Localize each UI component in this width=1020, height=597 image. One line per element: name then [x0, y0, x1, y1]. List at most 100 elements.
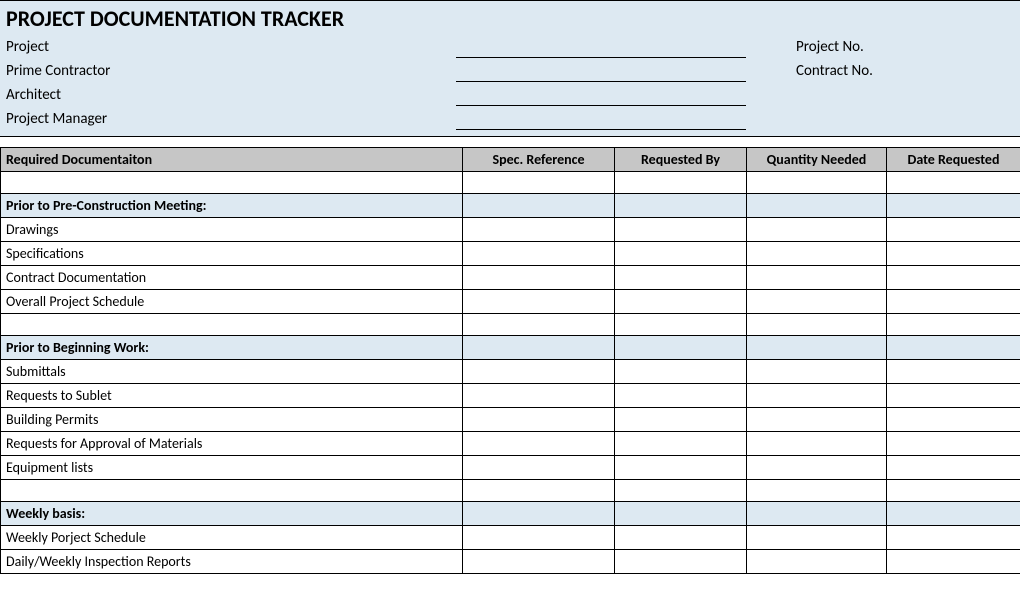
table-cell[interactable]	[463, 172, 615, 194]
table-cell[interactable]	[463, 218, 615, 242]
table-cell[interactable]	[615, 194, 747, 218]
table-cell[interactable]	[615, 218, 747, 242]
table-cell[interactable]	[887, 290, 1020, 314]
table-cell[interactable]	[615, 336, 747, 360]
table-cell[interactable]	[747, 266, 887, 290]
table-cell[interactable]	[887, 194, 1020, 218]
table-cell[interactable]	[463, 290, 615, 314]
label-project-no: Project No.	[756, 38, 1016, 58]
table-cell[interactable]	[747, 456, 887, 480]
table-cell[interactable]	[747, 360, 887, 384]
input-line-project-manager[interactable]	[456, 112, 746, 130]
table-cell[interactable]	[887, 456, 1020, 480]
table-cell[interactable]	[747, 480, 887, 502]
table-row: Building Permits	[1, 408, 1020, 432]
table-row: Submittals	[1, 360, 1020, 384]
table-row: Requests to Sublet	[1, 384, 1020, 408]
header-grid: Project Project No. Prime Contractor Con…	[6, 36, 1014, 130]
table-cell[interactable]	[615, 266, 747, 290]
table-cell[interactable]	[615, 172, 747, 194]
table-cell[interactable]	[887, 408, 1020, 432]
table-cell[interactable]	[747, 218, 887, 242]
table-cell[interactable]	[463, 242, 615, 266]
table-cell[interactable]	[615, 432, 747, 456]
table-cell[interactable]	[463, 432, 615, 456]
table-cell[interactable]	[747, 526, 887, 550]
table-cell[interactable]	[747, 172, 887, 194]
table-cell[interactable]	[887, 526, 1020, 550]
table-cell[interactable]	[887, 242, 1020, 266]
label-architect: Architect	[6, 84, 456, 106]
doc-name-cell: Specifications	[1, 242, 463, 266]
table-row: Drawings	[1, 218, 1020, 242]
table-row: Contract Documentation	[1, 266, 1020, 290]
table-cell[interactable]	[615, 526, 747, 550]
table-cell[interactable]	[887, 360, 1020, 384]
table-cell[interactable]	[887, 266, 1020, 290]
table-row: Equipment lists	[1, 456, 1020, 480]
table-cell[interactable]	[1, 172, 463, 194]
table-cell[interactable]	[887, 432, 1020, 456]
table-cell[interactable]	[747, 550, 887, 574]
table-cell[interactable]	[887, 480, 1020, 502]
doc-name-cell: Building Permits	[1, 408, 463, 432]
table-cell[interactable]	[887, 502, 1020, 526]
table-cell[interactable]	[463, 550, 615, 574]
table-cell[interactable]	[463, 336, 615, 360]
table-cell[interactable]	[463, 502, 615, 526]
table-cell[interactable]	[463, 266, 615, 290]
table-cell[interactable]	[615, 314, 747, 336]
table-cell[interactable]	[747, 242, 887, 266]
table-cell[interactable]	[463, 314, 615, 336]
table-cell[interactable]	[463, 360, 615, 384]
table-cell[interactable]	[747, 336, 887, 360]
table-cell[interactable]	[463, 408, 615, 432]
table-cell[interactable]	[887, 218, 1020, 242]
table-cell[interactable]	[463, 480, 615, 502]
table-cell[interactable]	[747, 314, 887, 336]
table-cell[interactable]	[615, 502, 747, 526]
table-cell[interactable]	[1, 314, 463, 336]
table-cell[interactable]	[463, 526, 615, 550]
col-header-requested-by: Requested By	[615, 148, 747, 172]
col-header-date: Date Requested	[887, 148, 1020, 172]
label-prime-contractor: Prime Contractor	[6, 60, 456, 82]
table-cell[interactable]	[615, 242, 747, 266]
table-row: Daily/Weekly Inspection Reports	[1, 550, 1020, 574]
doc-name-cell: Weekly Porject Schedule	[1, 526, 463, 550]
table-cell[interactable]	[615, 550, 747, 574]
table-cell[interactable]	[1, 480, 463, 502]
input-line-architect[interactable]	[456, 88, 746, 106]
table-cell[interactable]	[887, 336, 1020, 360]
table-cell[interactable]	[615, 290, 747, 314]
table-cell[interactable]	[747, 502, 887, 526]
table-cell[interactable]	[887, 314, 1020, 336]
doc-name-cell: Contract Documentation	[1, 266, 463, 290]
table-cell[interactable]	[887, 384, 1020, 408]
table-cell[interactable]	[615, 408, 747, 432]
table-cell[interactable]	[463, 194, 615, 218]
table-cell[interactable]	[747, 432, 887, 456]
input-line-prime-contractor[interactable]	[456, 64, 746, 82]
table-cell[interactable]	[615, 480, 747, 502]
separator-row	[1, 480, 1020, 502]
separator-row	[1, 314, 1020, 336]
table-cell[interactable]	[747, 194, 887, 218]
doc-name-cell: Submittals	[1, 360, 463, 384]
table-cell[interactable]	[887, 172, 1020, 194]
table-cell[interactable]	[615, 384, 747, 408]
table-cell[interactable]	[747, 290, 887, 314]
doc-name-cell: Requests to Sublet	[1, 384, 463, 408]
table-cell[interactable]	[463, 456, 615, 480]
table-cell[interactable]	[887, 550, 1020, 574]
table-cell[interactable]	[615, 456, 747, 480]
table-cell[interactable]	[615, 360, 747, 384]
doc-name-cell: Overall Project Schedule	[1, 290, 463, 314]
input-line-project[interactable]	[456, 40, 746, 58]
table-cell[interactable]	[747, 384, 887, 408]
table-cell[interactable]	[463, 384, 615, 408]
doc-name-cell: Requests for Approval of Materials	[1, 432, 463, 456]
label-project: Project	[6, 36, 456, 58]
table-cell[interactable]	[747, 408, 887, 432]
page-title: PROJECT DOCUMENTATION TRACKER	[6, 5, 1014, 32]
